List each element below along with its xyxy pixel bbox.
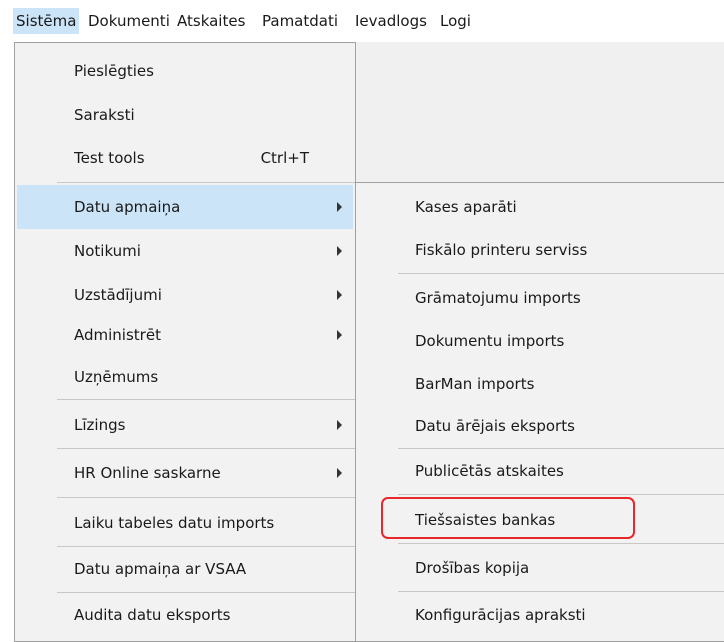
menu-bar: Sistēma Dokumenti Atskaites Pamatdati Ie… [0, 0, 724, 42]
submenu-item-datu-arejais-eksports[interactable]: Datu ārējais eksports [358, 404, 724, 448]
menu-item-label: Fiskālo printeru serviss [415, 241, 588, 259]
menu-item-vsaa[interactable]: Datu apmaiņa ar VSAA [17, 547, 353, 591]
menu-item-uzstadijumi[interactable]: Uzstādījumi [17, 273, 353, 317]
menu-item-label: Uzņēmums [74, 368, 159, 386]
menu-item-label: Datu apmaiņa [74, 198, 181, 216]
menubar-pamatdati[interactable]: Pamatdati [259, 8, 341, 34]
menu-item-uznemums[interactable]: Uzņēmums [17, 355, 353, 399]
menu-separator [57, 182, 355, 183]
menubar-sistema[interactable]: Sistēma [13, 8, 80, 34]
menu-item-label: Grāmatojumu imports [415, 289, 581, 307]
menu-item-label: Audita datu eksports [74, 606, 231, 624]
menu-item-label: Drošības kopija [415, 559, 530, 577]
menu-item-audita-eksports[interactable]: Audita datu eksports [17, 593, 353, 637]
menu-item-label: Test tools [74, 149, 145, 167]
submenu-item-gramatojumu-imports[interactable]: Grāmatojumu imports [358, 276, 724, 320]
menu-item-label: Kases aparāti [415, 198, 517, 216]
submenu-item-publicetas-atskaites[interactable]: Publicētās atskaites [358, 449, 724, 493]
menubar-logi[interactable]: Logi [437, 8, 474, 34]
menu-item-notikumi[interactable]: Notikumi [17, 229, 353, 273]
window-background [355, 42, 724, 182]
menu-separator [398, 591, 724, 592]
menu-item-label: Tiešsaistes bankas [415, 511, 556, 529]
menu-separator [398, 494, 724, 495]
submenu-item-fiskalo-printeru[interactable]: Fiskālo printeru serviss [358, 228, 724, 272]
submenu-arrow-icon [337, 290, 342, 300]
submenu-arrow-icon [337, 330, 342, 340]
data-exchange-submenu: Kases aparāti Fiskālo printeru serviss G… [355, 182, 724, 642]
menu-item-label: Uzstādījumi [74, 286, 162, 304]
menubar-atskaites[interactable]: Atskaites [174, 8, 248, 34]
menu-item-pieslegties[interactable]: Pieslēgties [17, 49, 353, 93]
menu-item-label: Notikumi [74, 242, 141, 260]
shortcut-label: Ctrl+T [260, 149, 309, 167]
menu-item-test-tools[interactable]: Test tools Ctrl+T [17, 136, 353, 180]
submenu-item-kases-aparati[interactable]: Kases aparāti [358, 185, 724, 229]
menu-item-lizings[interactable]: Līzings [17, 403, 353, 447]
menu-item-saraksti[interactable]: Saraksti [17, 93, 353, 137]
menubar-ievadlogs[interactable]: Ievadlogs [352, 8, 430, 34]
menu-item-label: Datu ārējais eksports [415, 417, 575, 435]
menu-item-label: Konfigurācijas apraksti [415, 606, 586, 624]
submenu-item-drosibas-kopija[interactable]: Drošības kopija [358, 546, 724, 590]
menu-separator [398, 273, 724, 274]
menu-item-label: Saraksti [74, 106, 135, 124]
menu-item-laiku-tabeles[interactable]: Laiku tabeles datu imports [17, 501, 353, 545]
menubar-dokumenti[interactable]: Dokumenti [85, 8, 173, 34]
menu-separator [57, 497, 355, 498]
submenu-item-tiessaistes-bankas[interactable]: Tiešsaistes bankas [358, 498, 724, 542]
menu-item-administret[interactable]: Administrēt [17, 313, 353, 357]
menu-separator [398, 543, 724, 544]
menu-item-label: Pieslēgties [74, 62, 154, 80]
menu-item-label: Dokumentu imports [415, 332, 565, 350]
submenu-item-konfiguracijas-apraksti[interactable]: Konfigurācijas apraksti [358, 593, 724, 637]
menu-item-label: BarMan imports [415, 375, 535, 393]
submenu-arrow-icon [337, 420, 342, 430]
submenu-arrow-icon [337, 468, 342, 478]
menu-separator [57, 448, 355, 449]
menu-item-label: Publicētās atskaites [415, 462, 564, 480]
menu-item-label: Līzings [74, 416, 126, 434]
system-menu: Pieslēgties Saraksti Test tools Ctrl+T D… [14, 42, 356, 642]
menu-item-label: Datu apmaiņa ar VSAA [74, 560, 247, 578]
submenu-arrow-icon [337, 202, 342, 212]
menu-item-label: Laiku tabeles datu imports [74, 514, 275, 532]
menu-separator [57, 399, 355, 400]
menu-item-datu-apmaina[interactable]: Datu apmaiņa [17, 185, 353, 229]
submenu-arrow-icon [337, 246, 342, 256]
submenu-item-barman-imports[interactable]: BarMan imports [358, 362, 724, 406]
menu-item-hr-online[interactable]: HR Online saskarne [17, 451, 353, 495]
menu-item-label: Administrēt [74, 326, 161, 344]
submenu-item-dokumentu-imports[interactable]: Dokumentu imports [358, 319, 724, 363]
menu-item-label: HR Online saskarne [74, 464, 221, 482]
